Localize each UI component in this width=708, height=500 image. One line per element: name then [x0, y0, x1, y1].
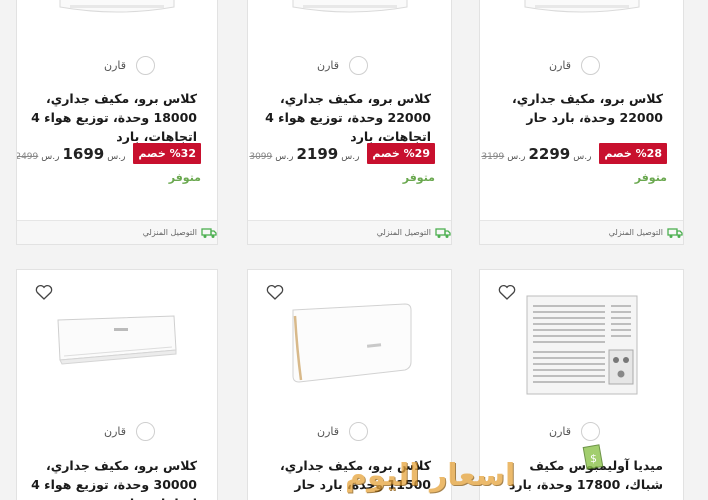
old-price: 3099	[249, 151, 273, 162]
compare-label: قارن	[104, 425, 126, 438]
product-card[interactable]: قارن كلاس برو، مكيف جداري، 30000 وحدة، ت…	[16, 269, 218, 500]
product-title[interactable]: كلاس برو، مكيف جداري، 30000 وحدة، توزيع …	[27, 456, 197, 500]
discount-badge: %29 خصم	[367, 143, 435, 164]
stock-status: متوفر	[168, 171, 201, 184]
product-image[interactable]	[248, 0, 451, 21]
compare-circle-icon[interactable]	[581, 56, 600, 75]
currency: ر.س	[41, 151, 60, 162]
compare-toggle[interactable]: قارن	[317, 422, 368, 441]
currency: ر.س	[341, 151, 360, 162]
delivery-footer: التوصيل المنزلي	[480, 220, 683, 244]
currency: ر.س	[275, 151, 294, 162]
svg-text:$: $	[590, 452, 597, 465]
price: 3099 ر.س 2199 ر.س	[249, 145, 359, 163]
compare-toggle[interactable]: قارن	[549, 56, 600, 75]
compare-circle-icon[interactable]	[136, 422, 155, 441]
compare-label: قارن	[104, 59, 126, 72]
delivery-label: التوصيل المنزلي	[142, 228, 197, 237]
product-title[interactable]: كلاس برو، مكيف جداري، 22000 وحدة، بارد ح…	[490, 89, 663, 127]
price: 3199 ر.س 2299 ر.س	[481, 145, 591, 163]
compare-circle-icon[interactable]	[581, 422, 600, 441]
product-card[interactable]: قارن كلاس برو، مكيف جداري، 18000 وحدة، ت…	[16, 0, 218, 245]
compare-label: قارن	[549, 59, 571, 72]
product-card[interactable]: قارن كلاس برو، مكيف جداري، 22000 وحدة، ت…	[247, 0, 452, 245]
delivery-truck-icon	[667, 227, 683, 238]
product-image[interactable]	[17, 312, 217, 372]
old-price: 3199	[481, 151, 505, 162]
product-card[interactable]: قارن كلاس برو، مكيف جداري، 22000 وحدة، ب…	[479, 0, 684, 245]
delivery-truck-icon	[435, 227, 451, 238]
compare-toggle[interactable]: قارن	[104, 422, 155, 441]
product-title[interactable]: كلاس برو، مكيف جداري، 22000 وحدة، توزيع …	[258, 89, 431, 146]
product-title[interactable]: ميديا آوليمبوس مكيف شباك، 17800 وحدة، با…	[490, 456, 663, 494]
watermark-icon: $	[582, 444, 604, 470]
compare-toggle[interactable]: قارن	[104, 56, 155, 75]
compare-circle-icon[interactable]	[349, 56, 368, 75]
old-price: 2499	[16, 151, 39, 162]
price: 2499 ر.س 1699 ر.س	[16, 144, 126, 163]
compare-circle-icon[interactable]	[136, 56, 155, 75]
currency: ر.س	[573, 151, 592, 162]
compare-label: قارن	[317, 59, 339, 72]
product-image[interactable]	[248, 300, 451, 386]
stock-status: متوفر	[634, 171, 667, 184]
discount-badge: %32 خصم	[133, 143, 201, 164]
heart-icon[interactable]	[266, 284, 284, 300]
compare-label: قارن	[549, 425, 571, 438]
product-title[interactable]: كلاس برو، مكيف جداري، 18000 وحدة، توزيع …	[27, 89, 197, 146]
compare-toggle[interactable]: قارن	[317, 56, 368, 75]
current-price: 2199	[296, 144, 339, 163]
delivery-footer: التوصيل المنزلي	[248, 220, 451, 244]
watermark-logo: اسعار اليوم	[345, 458, 516, 493]
product-image[interactable]	[480, 0, 683, 21]
heart-icon[interactable]	[35, 284, 53, 300]
compare-toggle[interactable]: قارن	[549, 422, 600, 441]
delivery-truck-icon	[201, 227, 217, 238]
discount-badge: %28 خصم	[599, 143, 667, 164]
delivery-footer: التوصيل المنزلي	[17, 220, 217, 244]
delivery-label: التوصيل المنزلي	[376, 228, 431, 237]
compare-circle-icon[interactable]	[349, 422, 368, 441]
current-price: 2299	[528, 144, 571, 163]
product-image[interactable]	[480, 292, 683, 400]
stock-status: متوفر	[402, 171, 435, 184]
delivery-label: التوصيل المنزلي	[608, 228, 663, 237]
compare-label: قارن	[317, 425, 339, 438]
product-image[interactable]	[17, 0, 217, 21]
currency: ر.س	[507, 151, 526, 162]
currency: ر.س	[107, 151, 126, 162]
current-price: 1699	[62, 144, 105, 163]
